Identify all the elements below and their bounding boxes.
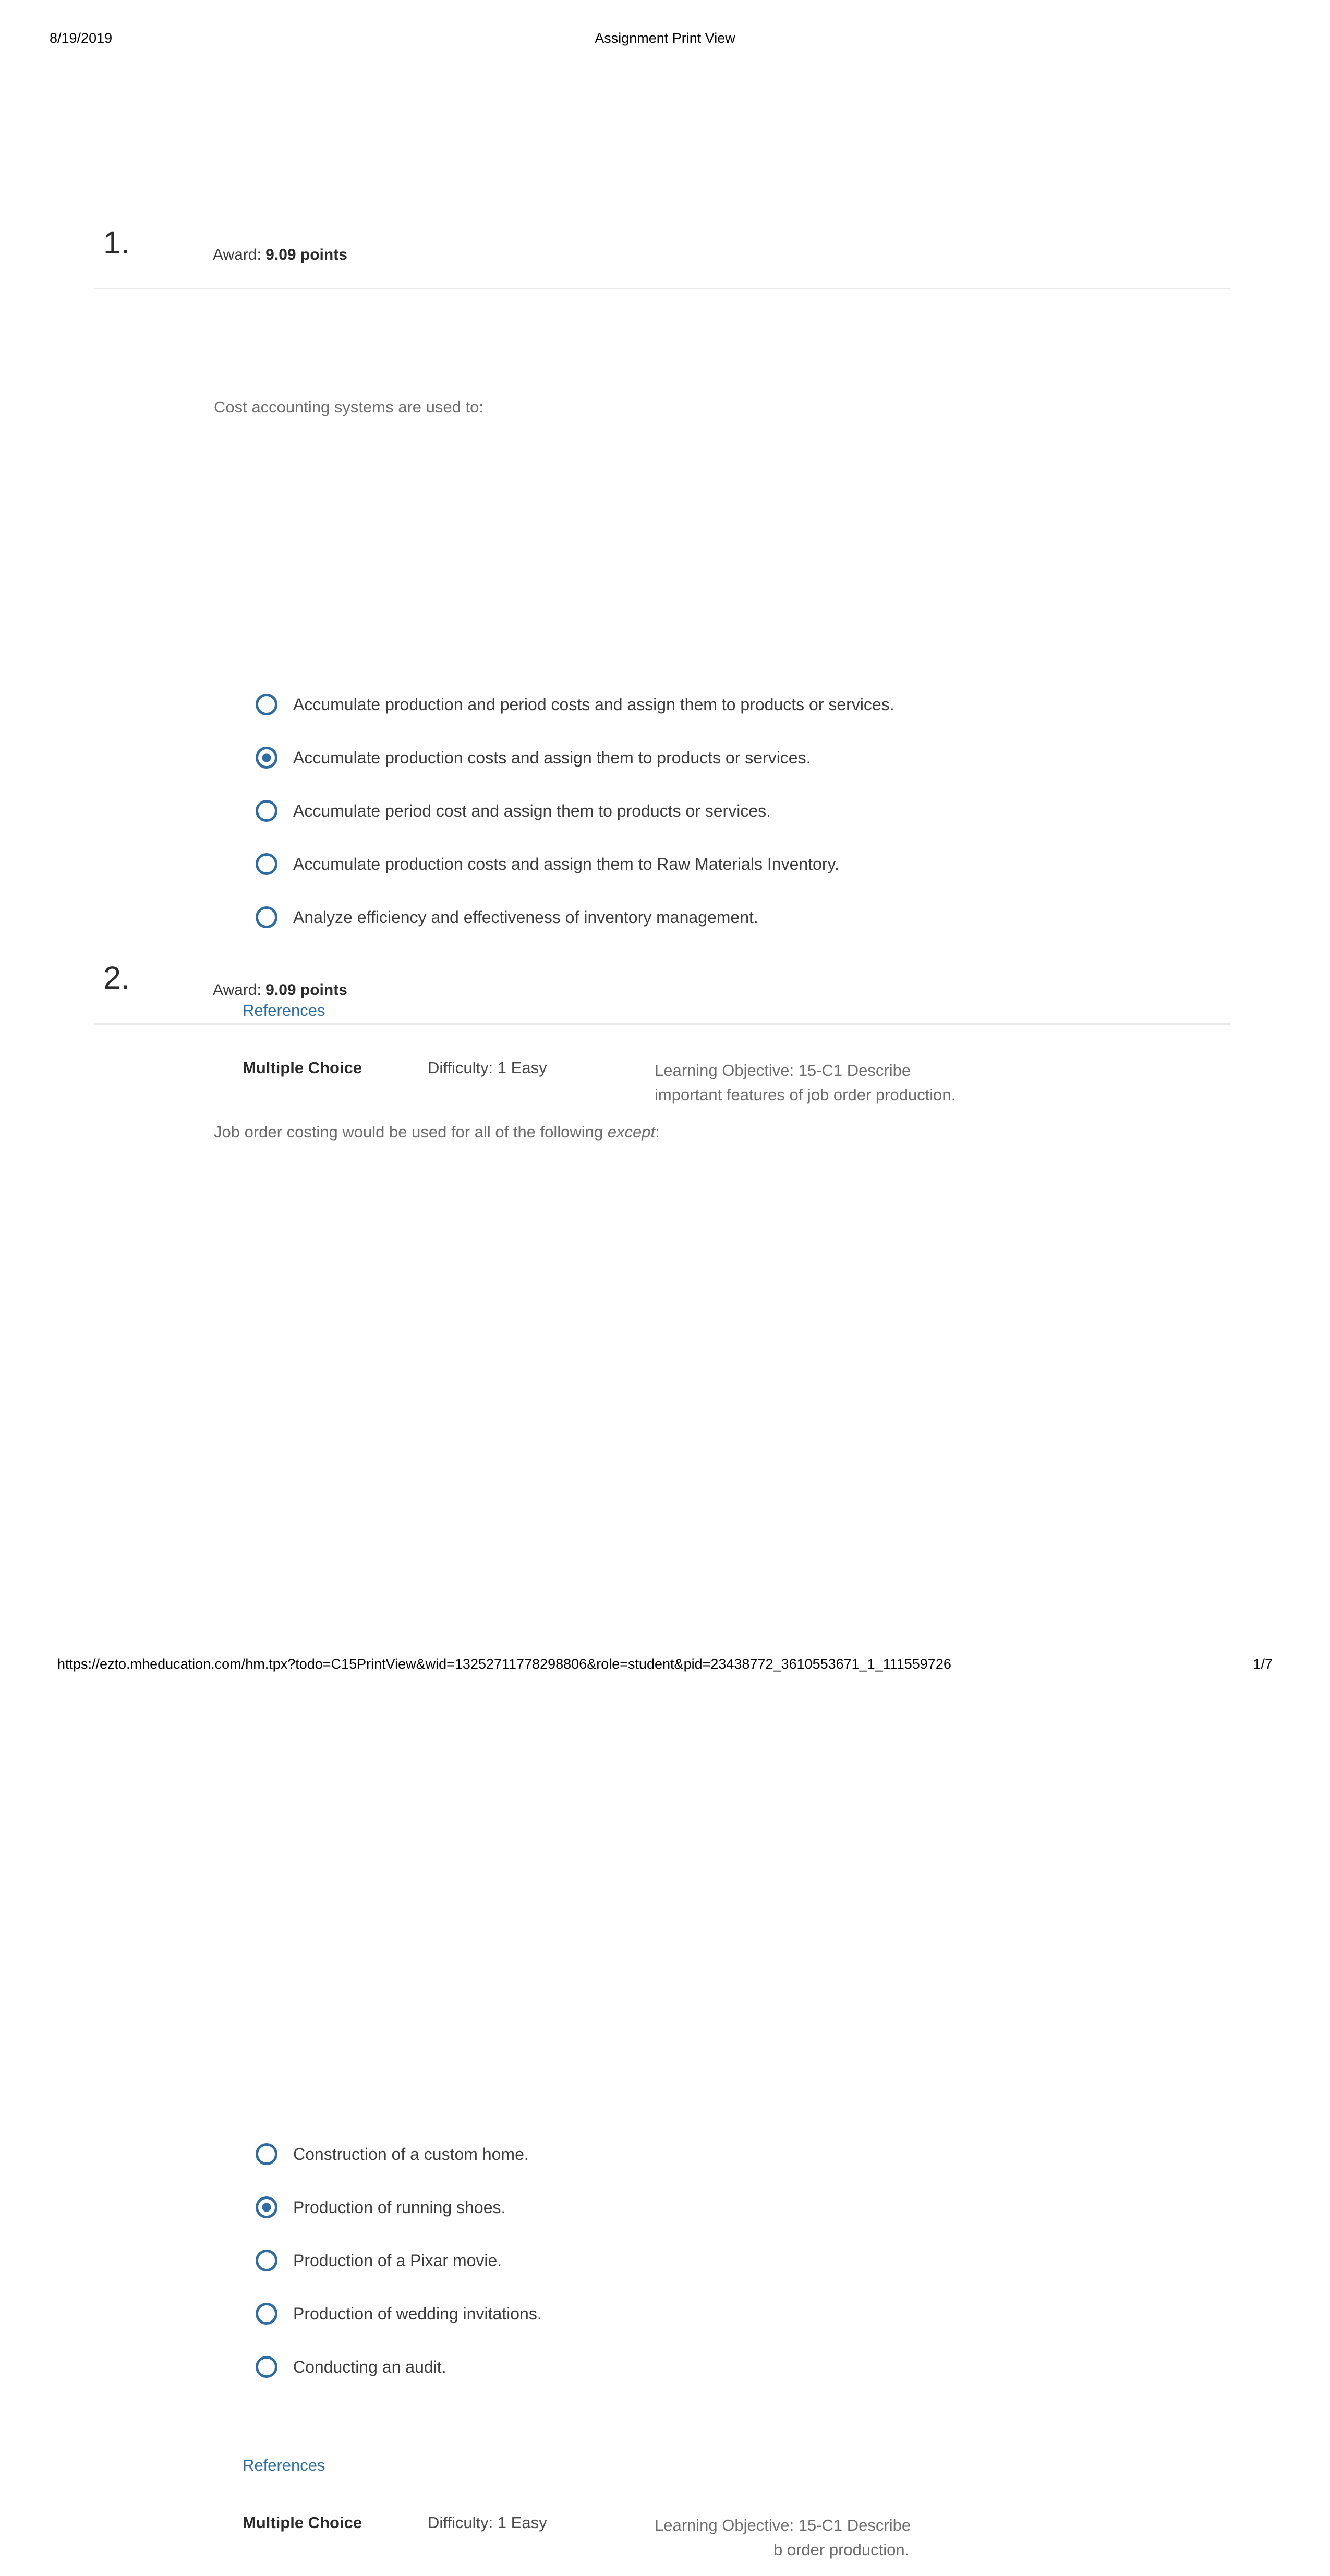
answer-choice[interactable]: Accumulate production costs and assign t… bbox=[256, 731, 894, 784]
award-prefix: Award: bbox=[213, 246, 266, 263]
answer-choice-label: Conducting an audit. bbox=[293, 2357, 446, 2376]
question-block-2: 2. Award: 9.09 points Job order costing … bbox=[0, 954, 1330, 2559]
learning-objective-line-1: Learning Objective: 15-C1 Describe bbox=[655, 2516, 911, 2534]
stem-text-after: : bbox=[655, 1123, 660, 1141]
answer-choices-1: Accumulate production and period costs a… bbox=[256, 678, 894, 944]
answer-choice-label: Construction of a custom home. bbox=[293, 2144, 529, 2164]
answer-choice[interactable]: Production of wedding invitations. bbox=[256, 2287, 542, 2340]
stem-text-before: Job order costing would be used for all … bbox=[214, 1123, 608, 1141]
answer-choice[interactable]: Analyze efficiency and effectiveness of … bbox=[256, 891, 894, 944]
question-stem: Cost accounting systems are used to: bbox=[214, 396, 483, 418]
question-meta-2: Multiple Choice Difficulty: 1 Easy Learn… bbox=[243, 2513, 1129, 2576]
question-meta-1: Multiple Choice Difficulty: 1 Easy Learn… bbox=[243, 1059, 1129, 1121]
answer-choice[interactable]: Production of a Pixar movie. bbox=[256, 2234, 542, 2287]
radio-button-icon[interactable] bbox=[256, 747, 277, 769]
award-points: 9.09 points bbox=[265, 246, 347, 263]
radio-button-icon[interactable] bbox=[256, 2250, 277, 2271]
award-line: Award: 9.09 points bbox=[213, 246, 347, 264]
print-footer: https://ezto.mheducation.com/hm.tpx?todo… bbox=[0, 1656, 1330, 1682]
learning-objective-line-2: important features of job order producti… bbox=[655, 1085, 956, 1104]
references-link[interactable]: References bbox=[243, 2456, 325, 2475]
question-difficulty: Difficulty: 1 Easy bbox=[428, 1059, 547, 1077]
answer-choice-label: Production of a Pixar movie. bbox=[293, 2251, 502, 2270]
learning-objective: Learning Objective: 15-C1 Describe b orde… bbox=[655, 2513, 911, 2562]
question-divider bbox=[94, 1023, 1231, 1025]
question-stem: Job order costing would be used for all … bbox=[214, 1121, 660, 1143]
question-type: Multiple Choice bbox=[243, 1059, 362, 1077]
radio-button-icon[interactable] bbox=[256, 800, 277, 822]
answer-choice-label: Accumulate period cost and assign them t… bbox=[293, 801, 771, 820]
answer-choice[interactable]: Conducting an audit. bbox=[256, 2340, 542, 2393]
stem-text-before: Cost accounting systems are used to: bbox=[214, 398, 483, 416]
answer-choice-label: Accumulate production and period costs a… bbox=[293, 695, 894, 714]
answer-choice[interactable]: Production of running shoes. bbox=[256, 2181, 542, 2234]
radio-button-icon[interactable] bbox=[256, 2143, 277, 2165]
radio-button-icon[interactable] bbox=[256, 2196, 277, 2218]
question-difficulty: Difficulty: 1 Easy bbox=[428, 2513, 547, 2532]
learning-objective: Learning Objective: 15-C1 Describe import… bbox=[655, 1059, 956, 1107]
print-header: 8/19/2019 Assignment Print View bbox=[0, 30, 1330, 51]
question-type: Multiple Choice bbox=[243, 2513, 362, 2532]
answer-choice-label: Production of running shoes. bbox=[293, 2197, 506, 2217]
answer-choice-label: Accumulate production costs and assign t… bbox=[293, 854, 840, 873]
answer-choices-2: Construction of a custom home. Productio… bbox=[256, 2128, 542, 2393]
radio-button-icon[interactable] bbox=[256, 2356, 277, 2378]
document-title: Assignment Print View bbox=[595, 30, 735, 46]
answer-choice[interactable]: Accumulate production costs and assign t… bbox=[256, 837, 894, 891]
source-url: https://ezto.mheducation.com/hm.tpx?todo… bbox=[57, 1656, 951, 1672]
answer-choice-label: Analyze efficiency and effectiveness of … bbox=[293, 907, 758, 927]
award-line: Award: 9.09 points bbox=[213, 981, 347, 999]
award-prefix: Award: bbox=[213, 981, 266, 999]
question-divider bbox=[94, 288, 1231, 289]
question-number: 2. bbox=[103, 960, 130, 995]
question-header-1: 1. Award: 9.09 points bbox=[0, 219, 1330, 289]
answer-choice-label: Production of wedding invitations. bbox=[293, 2304, 542, 2323]
answer-choice[interactable]: Accumulate period cost and assign them t… bbox=[256, 784, 894, 837]
question-block-1: 1. Award: 9.09 points Cost accounting sy… bbox=[0, 219, 1330, 1104]
answer-choice[interactable]: Construction of a custom home. bbox=[256, 2128, 542, 2181]
answer-choice-label: Accumulate production costs and assign t… bbox=[293, 748, 811, 767]
learning-objective-line-1: Learning Objective: 15-C1 Describe bbox=[655, 1061, 911, 1079]
page-number: 1/7 bbox=[1253, 1656, 1273, 1672]
print-page: 8/19/2019 Assignment Print View 1. Award… bbox=[0, 0, 1330, 2559]
radio-button-icon[interactable] bbox=[256, 853, 277, 875]
radio-button-icon[interactable] bbox=[256, 906, 277, 928]
stem-text-italic: except bbox=[607, 1123, 656, 1141]
question-header-2: 2. Award: 9.09 points bbox=[0, 954, 1330, 1025]
question-number: 1. bbox=[103, 225, 130, 260]
award-points: 9.09 points bbox=[265, 981, 347, 999]
radio-button-icon[interactable] bbox=[256, 2303, 277, 2325]
answer-choice[interactable]: Accumulate production and period costs a… bbox=[256, 678, 894, 731]
radio-button-icon[interactable] bbox=[256, 694, 277, 715]
learning-objective-line-2: b order production. bbox=[773, 2540, 910, 2559]
